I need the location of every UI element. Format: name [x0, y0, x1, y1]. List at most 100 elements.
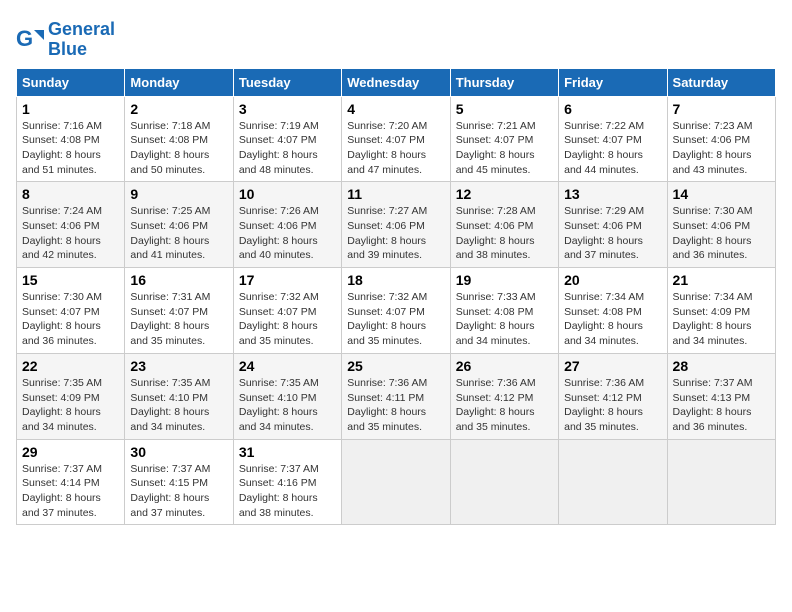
logo: G GeneralBlue	[16, 20, 115, 60]
day-info: Sunrise: 7:19 AMSunset: 4:07 PMDaylight:…	[239, 119, 336, 178]
calendar-cell: 22 Sunrise: 7:35 AMSunset: 4:09 PMDayligh…	[17, 353, 125, 439]
day-number: 9	[130, 186, 227, 202]
day-info: Sunrise: 7:20 AMSunset: 4:07 PMDaylight:…	[347, 119, 444, 178]
header-cell-tuesday: Tuesday	[233, 68, 341, 96]
calendar-cell: 13Sunrise: 7:29 AMSunset: 4:06 PMDayligh…	[559, 182, 667, 268]
calendar-cell: 25 Sunrise: 7:36 AMSunset: 4:11 PMDayligh…	[342, 353, 450, 439]
day-info: Sunrise: 7:37 AMSunset: 4:15 PMDaylight:…	[130, 462, 227, 521]
calendar-cell: 14 Sunrise: 7:30 AMSunset: 4:06 PMDayligh…	[667, 182, 775, 268]
day-info: Sunrise: 7:28 AMSunset: 4:06 PMDaylight:…	[456, 204, 553, 263]
day-info: Sunrise: 7:16 AMSunset: 4:08 PMDaylight:…	[22, 119, 119, 178]
day-number: 14	[673, 186, 770, 202]
day-info: Sunrise: 7:37 AMSunset: 4:13 PMDaylight:…	[673, 376, 770, 435]
day-info: Sunrise: 7:35 AMSunset: 4:10 PMDaylight:…	[239, 376, 336, 435]
calendar-cell: 2 Sunrise: 7:18 AMSunset: 4:08 PMDaylight…	[125, 96, 233, 182]
calendar-cell: 27Sunrise: 7:36 AMSunset: 4:12 PMDayligh…	[559, 353, 667, 439]
day-info: Sunrise: 7:27 AMSunset: 4:06 PMDaylight:…	[347, 204, 444, 263]
calendar-table: SundayMondayTuesdayWednesdayThursdayFrid…	[16, 68, 776, 526]
day-number: 7	[673, 101, 770, 117]
day-number: 12	[456, 186, 553, 202]
day-number: 19	[456, 272, 553, 288]
day-info: Sunrise: 7:34 AMSunset: 4:09 PMDaylight:…	[673, 290, 770, 349]
day-info: Sunrise: 7:35 AMSunset: 4:10 PMDaylight:…	[130, 376, 227, 435]
calendar-cell: 11 Sunrise: 7:27 AMSunset: 4:06 PMDayligh…	[342, 182, 450, 268]
calendar-cell: 3Sunrise: 7:19 AMSunset: 4:07 PMDaylight…	[233, 96, 341, 182]
calendar-cell: 4 Sunrise: 7:20 AMSunset: 4:07 PMDaylight…	[342, 96, 450, 182]
calendar-cell: 28 Sunrise: 7:37 AMSunset: 4:13 PMDayligh…	[667, 353, 775, 439]
day-info: Sunrise: 7:33 AMSunset: 4:08 PMDaylight:…	[456, 290, 553, 349]
day-number: 21	[673, 272, 770, 288]
day-info: Sunrise: 7:29 AMSunset: 4:06 PMDaylight:…	[564, 204, 661, 263]
calendar-week-row: 15Sunrise: 7:30 AMSunset: 4:07 PMDayligh…	[17, 268, 776, 354]
day-number: 22	[22, 358, 119, 374]
calendar-week-row: 29Sunrise: 7:37 AMSunset: 4:14 PMDayligh…	[17, 439, 776, 525]
calendar-cell: 26Sunrise: 7:36 AMSunset: 4:12 PMDayligh…	[450, 353, 558, 439]
day-info: Sunrise: 7:23 AMSunset: 4:06 PMDaylight:…	[673, 119, 770, 178]
day-info: Sunrise: 7:32 AMSunset: 4:07 PMDaylight:…	[239, 290, 336, 349]
logo-text: GeneralBlue	[48, 20, 115, 60]
day-info: Sunrise: 7:24 AMSunset: 4:06 PMDaylight:…	[22, 204, 119, 263]
day-info: Sunrise: 7:25 AMSunset: 4:06 PMDaylight:…	[130, 204, 227, 263]
header-cell-sunday: Sunday	[17, 68, 125, 96]
day-number: 5	[456, 101, 553, 117]
calendar-cell: 15Sunrise: 7:30 AMSunset: 4:07 PMDayligh…	[17, 268, 125, 354]
day-number: 28	[673, 358, 770, 374]
day-number: 16	[130, 272, 227, 288]
calendar-cell: 17 Sunrise: 7:32 AMSunset: 4:07 PMDayligh…	[233, 268, 341, 354]
day-number: 18	[347, 272, 444, 288]
calendar-cell: 9 Sunrise: 7:25 AMSunset: 4:06 PMDaylight…	[125, 182, 233, 268]
day-number: 24	[239, 358, 336, 374]
calendar-cell: 5Sunrise: 7:21 AMSunset: 4:07 PMDaylight…	[450, 96, 558, 182]
calendar-cell: 1Sunrise: 7:16 AMSunset: 4:08 PMDaylight…	[17, 96, 125, 182]
calendar-cell	[342, 439, 450, 525]
calendar-cell: 30 Sunrise: 7:37 AMSunset: 4:15 PMDayligh…	[125, 439, 233, 525]
day-info: Sunrise: 7:30 AMSunset: 4:06 PMDaylight:…	[673, 204, 770, 263]
day-number: 11	[347, 186, 444, 202]
day-info: Sunrise: 7:35 AMSunset: 4:09 PMDaylight:…	[22, 376, 119, 435]
day-number: 29	[22, 444, 119, 460]
day-number: 30	[130, 444, 227, 460]
day-info: Sunrise: 7:36 AMSunset: 4:12 PMDaylight:…	[564, 376, 661, 435]
calendar-cell: 21 Sunrise: 7:34 AMSunset: 4:09 PMDayligh…	[667, 268, 775, 354]
calendar-week-row: 22 Sunrise: 7:35 AMSunset: 4:09 PMDayligh…	[17, 353, 776, 439]
svg-text:G: G	[16, 26, 33, 51]
day-number: 20	[564, 272, 661, 288]
calendar-header-row: SundayMondayTuesdayWednesdayThursdayFrid…	[17, 68, 776, 96]
day-info: Sunrise: 7:36 AMSunset: 4:11 PMDaylight:…	[347, 376, 444, 435]
calendar-body: 1Sunrise: 7:16 AMSunset: 4:08 PMDaylight…	[17, 96, 776, 525]
header-cell-friday: Friday	[559, 68, 667, 96]
day-number: 10	[239, 186, 336, 202]
day-number: 25	[347, 358, 444, 374]
day-info: Sunrise: 7:37 AMSunset: 4:16 PMDaylight:…	[239, 462, 336, 521]
calendar-cell: 6 Sunrise: 7:22 AMSunset: 4:07 PMDaylight…	[559, 96, 667, 182]
header-cell-monday: Monday	[125, 68, 233, 96]
calendar-cell: 31Sunrise: 7:37 AMSunset: 4:16 PMDayligh…	[233, 439, 341, 525]
calendar-cell: 24 Sunrise: 7:35 AMSunset: 4:10 PMDayligh…	[233, 353, 341, 439]
day-info: Sunrise: 7:18 AMSunset: 4:08 PMDaylight:…	[130, 119, 227, 178]
calendar-cell: 12 Sunrise: 7:28 AMSunset: 4:06 PMDayligh…	[450, 182, 558, 268]
day-number: 17	[239, 272, 336, 288]
calendar-cell: 23 Sunrise: 7:35 AMSunset: 4:10 PMDayligh…	[125, 353, 233, 439]
calendar-cell	[667, 439, 775, 525]
day-number: 4	[347, 101, 444, 117]
day-number: 2	[130, 101, 227, 117]
calendar-week-row: 8 Sunrise: 7:24 AMSunset: 4:06 PMDaylight…	[17, 182, 776, 268]
calendar-cell: 20 Sunrise: 7:34 AMSunset: 4:08 PMDayligh…	[559, 268, 667, 354]
logo-icon: G	[16, 26, 44, 54]
day-info: Sunrise: 7:31 AMSunset: 4:07 PMDaylight:…	[130, 290, 227, 349]
day-info: Sunrise: 7:26 AMSunset: 4:06 PMDaylight:…	[239, 204, 336, 263]
day-number: 26	[456, 358, 553, 374]
header-cell-wednesday: Wednesday	[342, 68, 450, 96]
day-info: Sunrise: 7:34 AMSunset: 4:08 PMDaylight:…	[564, 290, 661, 349]
calendar-cell	[450, 439, 558, 525]
day-info: Sunrise: 7:22 AMSunset: 4:07 PMDaylight:…	[564, 119, 661, 178]
calendar-week-row: 1Sunrise: 7:16 AMSunset: 4:08 PMDaylight…	[17, 96, 776, 182]
calendar-cell	[559, 439, 667, 525]
day-info: Sunrise: 7:30 AMSunset: 4:07 PMDaylight:…	[22, 290, 119, 349]
day-number: 23	[130, 358, 227, 374]
header-cell-thursday: Thursday	[450, 68, 558, 96]
day-info: Sunrise: 7:32 AMSunset: 4:07 PMDaylight:…	[347, 290, 444, 349]
calendar-cell: 18 Sunrise: 7:32 AMSunset: 4:07 PMDayligh…	[342, 268, 450, 354]
day-number: 8	[22, 186, 119, 202]
day-number: 6	[564, 101, 661, 117]
